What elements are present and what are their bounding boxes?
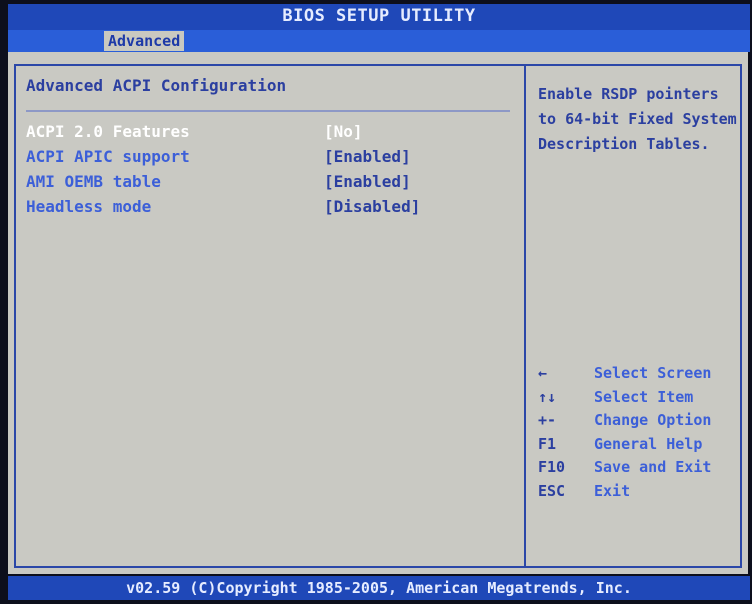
- setting-value[interactable]: [Enabled]: [324, 172, 411, 191]
- key-label: F1: [538, 434, 557, 453]
- setting-label: ACPI 2.0 Features: [26, 122, 190, 141]
- key-label: ESC: [538, 481, 566, 500]
- key-description: Change Option: [594, 411, 712, 429]
- setting-acpi-2-0-features[interactable]: ACPI 2.0 Features [No]: [26, 122, 516, 146]
- tab-bar: Advanced: [8, 30, 750, 52]
- key-description: Exit: [594, 481, 631, 500]
- copyright-text: v02.59 (C)Copyright 1985-2005, American …: [126, 579, 632, 597]
- bios-screen: BIOS SETUP UTILITY Advanced Advanced ACP…: [0, 0, 752, 604]
- setting-acpi-apic-support[interactable]: ACPI APIC support [Enabled]: [26, 147, 516, 171]
- help-text: Enable RSDP pointers to 64-bit Fixed Sys…: [538, 85, 737, 153]
- tab-advanced[interactable]: Advanced: [104, 31, 185, 51]
- page-title: Advanced ACPI Configuration: [26, 76, 287, 95]
- setting-label: ACPI APIC support: [26, 147, 190, 166]
- key-description: Select Screen: [594, 364, 712, 382]
- title-divider: [26, 110, 510, 112]
- key-row-select-screen: ← Select Screen: [538, 364, 738, 388]
- key-label: F10: [538, 458, 566, 476]
- key-description: Save and Exit: [594, 458, 712, 476]
- setting-label: Headless mode: [26, 197, 152, 216]
- key-row-save-and-exit: F10 Save and Exit: [538, 458, 738, 482]
- setting-headless-mode[interactable]: Headless mode [Disabled]: [26, 197, 516, 221]
- arrow-left-icon: ←: [538, 364, 548, 382]
- window-title: BIOS SETUP UTILITY: [282, 6, 476, 26]
- setting-value[interactable]: [Disabled]: [324, 197, 420, 216]
- key-description: Select Item: [594, 387, 694, 406]
- key-row-change-option: +- Change Option: [538, 411, 738, 435]
- key-legend: ← Select Screen ↑↓ Select Item +- Change…: [538, 364, 738, 505]
- setting-label: AMI OEMB table: [26, 172, 161, 191]
- vertical-divider: [524, 64, 526, 568]
- status-bar: v02.59 (C)Copyright 1985-2005, American …: [8, 576, 750, 600]
- key-row-select-item: ↑↓ Select Item: [538, 388, 738, 412]
- arrow-up-down-icon: ↑↓: [538, 387, 557, 406]
- setting-value[interactable]: [Enabled]: [324, 147, 411, 166]
- setting-ami-oemb-table[interactable]: AMI OEMB table [Enabled]: [26, 172, 516, 196]
- key-row-general-help: F1 General Help: [538, 435, 738, 459]
- setting-value[interactable]: [No]: [324, 122, 363, 141]
- key-row-exit: ESC Exit: [538, 482, 738, 506]
- main-panel: Advanced ACPI Configuration ACPI 2.0 Fea…: [8, 52, 748, 574]
- key-description: General Help: [594, 434, 703, 453]
- plus-minus-icon: +-: [538, 411, 557, 429]
- title-bar: BIOS SETUP UTILITY: [8, 4, 750, 30]
